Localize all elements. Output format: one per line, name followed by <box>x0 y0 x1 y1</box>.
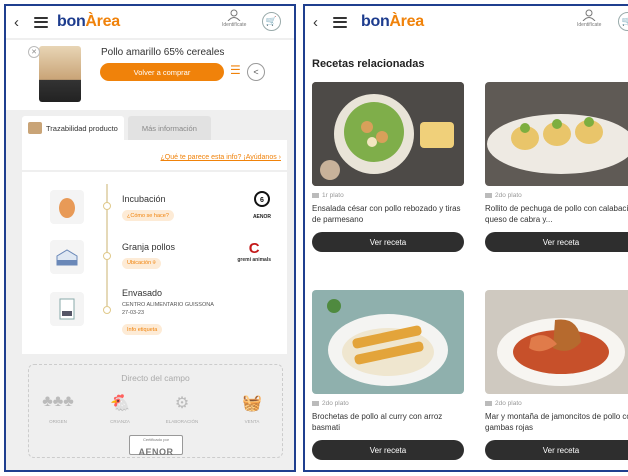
tab-bar: Trazabilidad producto Más información <box>22 116 211 140</box>
recipe-card[interactable]: 2do plato Rollito de pechuga de pollo co… <box>485 82 628 252</box>
aenor-seal: 6 AENOR <box>253 190 271 220</box>
recipe-name[interactable]: Mar y montaña de jamoncitos de pollo con… <box>485 411 628 435</box>
share-icon[interactable]: < <box>247 63 265 81</box>
origin-step: ♣♣♣ ORIGEN <box>33 393 83 424</box>
recipe-image-caesar-salad[interactable] <box>312 82 464 186</box>
how-is-it-made-pill[interactable]: ¿Cómo se hace? <box>122 210 174 221</box>
recipe-name[interactable]: Rollito de pechuga de pollo con calabací… <box>485 203 628 227</box>
feedback-row: ¿Qué te parece esta info? ¡Ayúdanos › <box>22 140 287 170</box>
basket-icon: 🧺 <box>242 395 262 412</box>
user-login-button[interactable]: Identifícate <box>222 9 246 28</box>
recipe-image-chicken-rolls[interactable] <box>485 82 628 186</box>
buy-again-button[interactable]: Volver a comprar <box>100 63 224 81</box>
recipe-image-surf-and-turf[interactable] <box>485 290 628 394</box>
back-arrow-icon[interactable]: ‹ <box>313 14 327 31</box>
trees-icon: ♣♣♣ <box>42 393 74 410</box>
welfare-seal: C gremi animals <box>237 240 271 263</box>
course-tag: 1r plato <box>312 192 470 199</box>
cart-icon[interactable]: 🛒 <box>262 12 281 31</box>
packaging-date: 27-03-23 <box>122 310 145 316</box>
view-recipe-button[interactable]: Ver receta <box>485 440 628 460</box>
hamburger-menu-icon[interactable] <box>333 16 347 28</box>
farm-icon <box>50 240 84 274</box>
timeline-dot <box>103 202 111 210</box>
step-title: Granja pollos <box>122 242 176 252</box>
recipe-name[interactable]: Brochetas de pollo al curry con arroz ba… <box>312 411 470 435</box>
top-bar: ‹ bonÀrea Identifícate 🛒 <box>6 6 294 38</box>
product-thumb-icon <box>28 122 42 134</box>
traceability-timeline: Incubación ¿Cómo se hace? Granja pollos … <box>22 172 287 354</box>
recipe-image-chicken-skewers[interactable] <box>312 290 464 394</box>
related-recipes-title: Recetas relacionadas <box>312 58 425 70</box>
tab-more-info[interactable]: Más información <box>127 116 211 140</box>
user-icon <box>227 9 241 21</box>
svg-text:6: 6 <box>260 197 264 204</box>
step-title: Envasado <box>122 288 163 298</box>
package-icon <box>50 292 84 326</box>
timeline-dot <box>103 306 111 314</box>
close-icon[interactable]: ✕ <box>28 46 40 58</box>
timeline-dot <box>103 252 111 260</box>
bonarea-logo[interactable]: bonÀrea <box>361 13 424 31</box>
factory-icon: ⚙ <box>174 395 190 412</box>
egg-icon <box>50 190 84 224</box>
course-tag: 2do plato <box>312 400 470 407</box>
bonarea-logo[interactable]: bonÀrea <box>57 13 120 31</box>
processing-step: ⚙ ELABORACIÓN <box>157 393 207 424</box>
campo-title: Directo del campo <box>121 373 190 383</box>
product-name: Pollo amarillo 65% cereales <box>101 47 225 58</box>
aenor-badge: Certificado por AENOR <box>129 435 183 457</box>
view-recipe-button[interactable]: Ver receta <box>485 232 628 252</box>
packaging-center: CENTRO ALIMENTARIO GUISSONA <box>122 302 214 308</box>
view-recipe-button[interactable]: Ver receta <box>312 440 464 460</box>
aenor-seal-icon: 6 <box>253 191 270 207</box>
sale-step: 🧺 VENTA <box>227 393 277 424</box>
label-info-pill[interactable]: Info etiqueta <box>122 324 163 335</box>
user-icon <box>582 9 596 21</box>
feedback-link[interactable]: ¿Qué te parece esta info? ¡Ayúdanos › <box>161 154 282 161</box>
course-tag: 2do plato <box>485 400 628 407</box>
product-header: ✕ Pollo amarillo 65% cereales Volver a c… <box>6 40 294 110</box>
direct-from-field: Directo del campo ♣♣♣ ORIGEN 🐔 CRIANZA ⚙… <box>28 364 283 458</box>
location-pill[interactable]: Ubicación ⌾ <box>122 258 161 269</box>
top-bar: ‹ bonÀrea Identifícate 🛒 <box>305 6 628 38</box>
tab-traceability[interactable]: Trazabilidad producto <box>22 116 124 140</box>
recipe-card[interactable]: 1r plato Ensalada césar con pollo reboza… <box>312 82 470 252</box>
breeding-step: 🐔 CRIANZA <box>95 393 145 424</box>
step-title: Incubación <box>122 194 166 204</box>
view-recipe-button[interactable]: Ver receta <box>312 232 464 252</box>
back-arrow-icon[interactable]: ‹ <box>14 14 28 31</box>
course-tag: 2do plato <box>485 192 628 199</box>
user-login-button[interactable]: Identifícate <box>577 9 601 28</box>
recipe-card[interactable]: 2do plato Mar y montaña de jamoncitos de… <box>485 290 628 460</box>
recipe-card[interactable]: 2do plato Brochetas de pollo al curry co… <box>312 290 470 460</box>
list-add-icon[interactable]: ☰ <box>230 63 241 77</box>
product-image <box>39 46 81 102</box>
recipe-name[interactable]: Ensalada césar con pollo rebozado y tira… <box>312 203 470 227</box>
chicken-icon: 🐔 <box>110 395 130 412</box>
traceability-panel: ‹ bonÀrea Identifícate 🛒 ✕ Pollo amarill… <box>4 4 296 472</box>
cart-icon[interactable]: 🛒 <box>618 12 628 31</box>
hamburger-menu-icon[interactable] <box>34 16 48 28</box>
related-recipes-panel: ‹ bonÀrea Identifícate 🛒 Recetas relacio… <box>303 4 628 472</box>
